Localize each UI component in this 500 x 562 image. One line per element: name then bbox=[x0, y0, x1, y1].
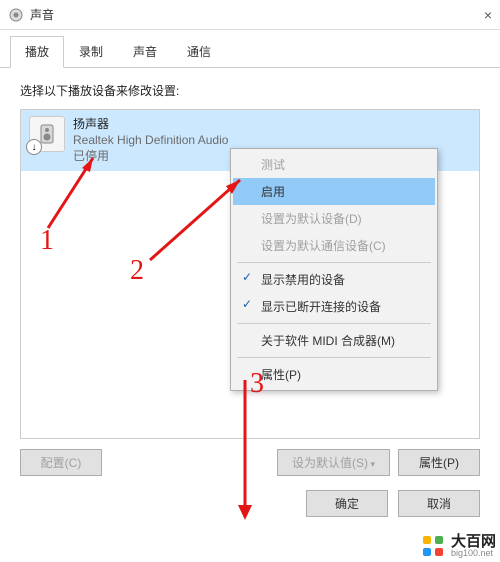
ok-button[interactable]: 确定 bbox=[306, 490, 388, 517]
menu-show-disconnected-label: 显示已断开连接的设备 bbox=[261, 300, 381, 314]
watermark-sub: big100.net bbox=[451, 549, 496, 558]
watermark-main: 大百网 bbox=[451, 534, 496, 549]
titlebar: 声音 × bbox=[0, 0, 500, 30]
device-status: 已停用 bbox=[73, 148, 228, 164]
close-button[interactable]: × bbox=[452, 7, 492, 23]
tab-sounds[interactable]: 声音 bbox=[118, 36, 172, 67]
device-text: 扬声器 Realtek High Definition Audio 已停用 bbox=[73, 116, 228, 165]
tab-recording[interactable]: 录制 bbox=[64, 36, 118, 67]
tab-playback[interactable]: 播放 bbox=[10, 36, 64, 68]
cancel-button[interactable]: 取消 bbox=[398, 490, 480, 517]
tab-communications[interactable]: 通信 bbox=[172, 36, 226, 67]
menu-set-default: 设置为默认设备(D) bbox=[233, 205, 435, 232]
check-icon: ✓ bbox=[239, 270, 255, 284]
watermark-logo-icon bbox=[421, 534, 445, 558]
watermark: 大百网 big100.net bbox=[421, 534, 496, 558]
menu-show-disabled[interactable]: ✓ 显示禁用的设备 bbox=[233, 266, 435, 293]
menu-show-disconnected[interactable]: ✓ 显示已断开连接的设备 bbox=[233, 293, 435, 320]
device-name: 扬声器 bbox=[73, 116, 228, 132]
sound-icon bbox=[8, 7, 24, 23]
menu-separator bbox=[237, 262, 431, 263]
configure-button: 配置(C) bbox=[20, 449, 102, 476]
check-icon: ✓ bbox=[239, 297, 255, 311]
tab-strip: 播放 录制 声音 通信 bbox=[0, 30, 500, 68]
arrow-down-icon: ↓ bbox=[26, 139, 42, 155]
properties-button[interactable]: 属性(P) bbox=[398, 449, 480, 476]
menu-set-default-comm: 设置为默认通信设备(C) bbox=[233, 232, 435, 259]
menu-separator bbox=[237, 357, 431, 358]
speaker-icon: ↓ bbox=[29, 116, 65, 152]
menu-properties[interactable]: 属性(P) bbox=[233, 361, 435, 388]
menu-test: 测试 bbox=[233, 151, 435, 178]
dialog-button-row: 确定 取消 应用(A) bbox=[0, 486, 500, 527]
menu-about-midi[interactable]: 关于软件 MIDI 合成器(M) bbox=[233, 327, 435, 354]
window-title: 声音 bbox=[30, 6, 452, 23]
device-button-row: 配置(C) 设为默认值(S) 属性(P) bbox=[0, 439, 500, 486]
menu-show-disabled-label: 显示禁用的设备 bbox=[261, 273, 345, 287]
menu-enable[interactable]: 启用 bbox=[233, 178, 435, 205]
menu-separator bbox=[237, 323, 431, 324]
instruction-text: 选择以下播放设备来修改设置: bbox=[20, 82, 480, 99]
device-subtitle: Realtek High Definition Audio bbox=[73, 132, 228, 148]
set-default-button: 设为默认值(S) bbox=[277, 449, 390, 476]
context-menu: 测试 启用 设置为默认设备(D) 设置为默认通信设备(C) ✓ 显示禁用的设备 … bbox=[230, 148, 438, 391]
